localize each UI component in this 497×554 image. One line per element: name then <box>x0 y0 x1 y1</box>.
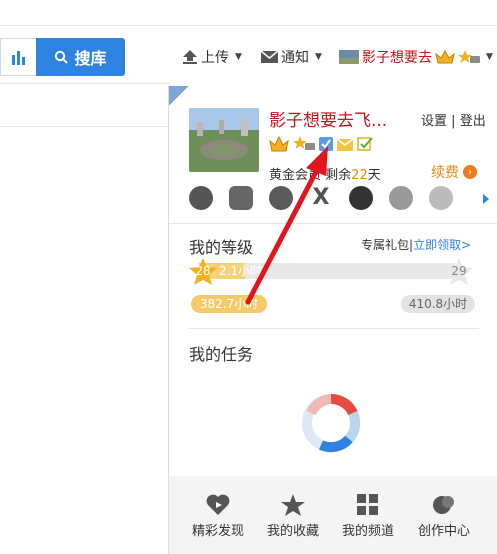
level-title: 我的等级 <box>189 238 254 257</box>
diamond-icon[interactable] <box>429 186 453 210</box>
heart-icon <box>206 494 230 515</box>
bar-chart-icon <box>11 51 25 65</box>
bottom-item-favorites[interactable]: 我的收藏 <box>258 494 328 539</box>
renew-button[interactable]: 续费 › <box>431 162 477 182</box>
user-dropdown-panel: 影子想要去飞... 设置 | 登出 黄金会员 剩余22天 续费 › X 我的等级… <box>168 86 497 554</box>
chevron-down-icon: ▼ <box>486 52 493 62</box>
chevron-down-icon: ▼ <box>315 52 322 62</box>
renew-label: 续费 <box>431 165 459 181</box>
bottom-item-discover[interactable]: 精彩发现 <box>183 494 253 539</box>
bottom-item-label: 我的频道 <box>341 524 394 539</box>
level-progress-bar: 2.1小时 <box>199 263 455 279</box>
search-button[interactable]: 搜库 <box>36 38 125 76</box>
content-divider <box>0 126 170 127</box>
crown-badge-icon <box>435 50 455 64</box>
level-star-icon <box>458 50 480 63</box>
grid-icon <box>357 494 378 515</box>
privilege-icon-1[interactable] <box>189 186 213 210</box>
gift-area: 专属礼包|立即领取> <box>361 236 471 253</box>
user-avatar-icon <box>339 50 359 64</box>
divider <box>169 223 497 224</box>
x-icon[interactable]: X <box>309 186 333 210</box>
privilege-icon-6[interactable] <box>389 186 413 210</box>
privilege-icon-2[interactable] <box>229 186 253 210</box>
vip-icon[interactable] <box>349 186 373 210</box>
badge-row <box>269 136 373 152</box>
upload-label: 上传 <box>201 50 229 66</box>
bottom-item-create[interactable]: 创作中心 <box>409 494 479 539</box>
account-links: 设置 | 登出 <box>421 110 486 129</box>
arrow-right-icon: › <box>463 165 477 179</box>
progress-text: 2.1小时 <box>219 264 263 278</box>
header-divider <box>0 83 170 84</box>
days-unit: 天 <box>367 168 381 183</box>
member-type: 黄金会员 <box>269 168 322 183</box>
upload-icon <box>183 50 197 64</box>
top-border <box>0 25 497 26</box>
scroll-right-icon[interactable] <box>483 194 489 204</box>
bottom-nav: 精彩发现 我的收藏 我的频道 创作中心 <box>169 476 497 554</box>
privilege-icon-row: X <box>189 186 453 210</box>
username-label: 影子想要去 <box>362 50 432 66</box>
bottom-item-label: 我的收藏 <box>266 524 319 539</box>
mail-icon <box>261 51 278 63</box>
bottom-item-channel[interactable]: 我的频道 <box>333 494 403 539</box>
search-button-label: 搜库 <box>74 49 107 68</box>
crown-badge-icon[interactable] <box>269 136 289 152</box>
loading-spinner-icon <box>302 393 361 453</box>
panel-username[interactable]: 影子想要去飞... <box>269 106 387 131</box>
bottom-item-label: 创作中心 <box>417 524 470 539</box>
check-badge-icon[interactable] <box>357 137 373 151</box>
gift-label: 专属礼包 <box>361 238 410 252</box>
qrcode-icon[interactable] <box>169 86 189 106</box>
membership-status: 黄金会员 剩余22天 <box>269 164 381 183</box>
hours-needed: 410.8小时 <box>401 295 475 313</box>
chevron-down-icon: ▼ <box>235 52 242 62</box>
settings-link[interactable]: 设置 <box>421 114 447 129</box>
level-star-icon[interactable] <box>293 136 315 152</box>
remaining-label: 剩余 <box>325 168 352 183</box>
create-icon <box>433 496 454 514</box>
upload-menu[interactable]: 上传 ▼ <box>182 47 242 67</box>
next-level: 29 <box>451 264 467 278</box>
music-icon[interactable] <box>269 186 293 210</box>
avatar[interactable] <box>189 108 259 172</box>
user-menu[interactable]: 影子想要去 ▼ <box>339 47 493 67</box>
task-title: 我的任务 <box>189 345 254 364</box>
verified-badge-icon[interactable] <box>319 137 333 151</box>
remaining-days: 22 <box>351 168 368 183</box>
chart-button[interactable] <box>0 38 36 76</box>
divider <box>189 328 479 329</box>
search-icon <box>55 50 69 64</box>
current-level: 28 <box>195 264 211 278</box>
notify-menu[interactable]: 通知 ▼ <box>261 47 322 67</box>
star-icon <box>281 494 305 516</box>
hours-done: 382.7小时 <box>191 295 267 313</box>
logout-link[interactable]: 登出 <box>460 114 486 129</box>
mail-badge-icon[interactable] <box>337 137 353 151</box>
bottom-item-label: 精彩发现 <box>191 524 244 539</box>
claim-gift-link[interactable]: 立即领取> <box>413 238 471 252</box>
notify-label: 通知 <box>281 50 309 66</box>
link-separator: | <box>451 114 456 129</box>
